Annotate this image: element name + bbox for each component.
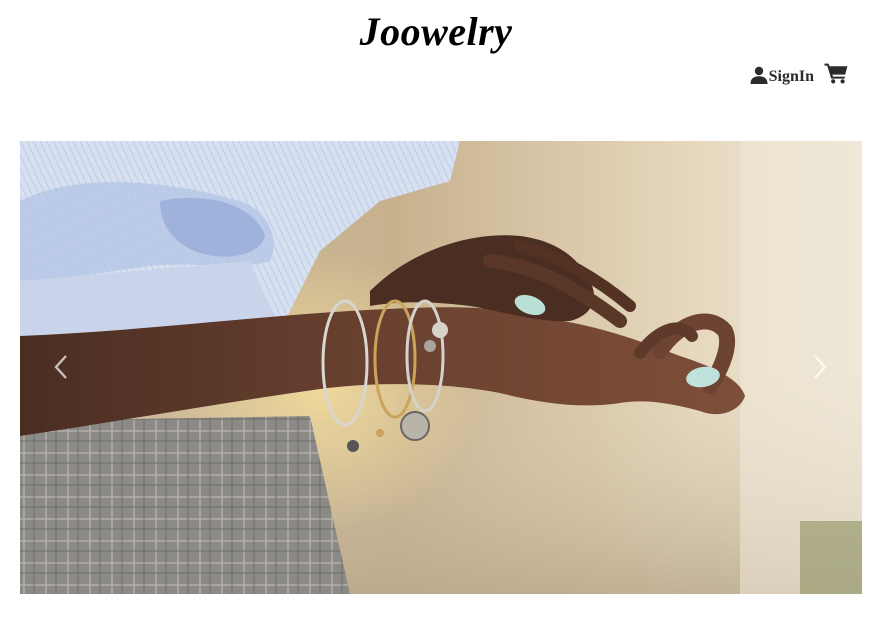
brand-logo[interactable]: Joowelry: [0, 8, 872, 55]
carousel-next-button[interactable]: [800, 347, 840, 387]
carousel-prev-button[interactable]: [41, 347, 81, 387]
signin-link[interactable]: SignIn: [750, 66, 814, 85]
chevron-right-icon: [813, 354, 827, 380]
chevron-left-icon: [54, 354, 68, 380]
signin-label: SignIn: [768, 68, 814, 85]
hero-carousel: [20, 141, 862, 594]
user-icon: [750, 66, 768, 84]
page: Joowelry SignIn: [0, 0, 882, 629]
carousel-image: [20, 141, 862, 594]
shopping-cart-icon[interactable]: [824, 62, 848, 84]
user-nav: SignIn: [750, 62, 848, 85]
